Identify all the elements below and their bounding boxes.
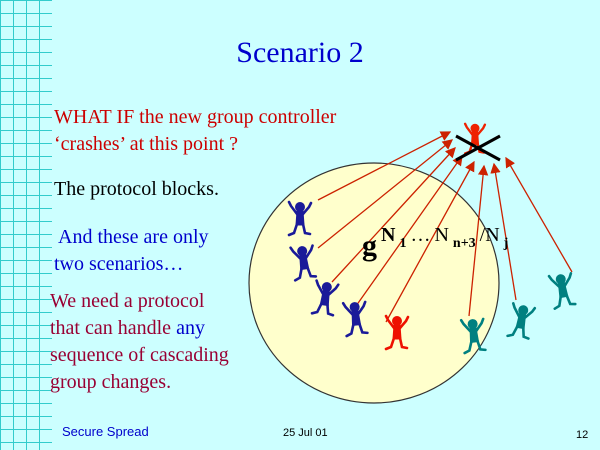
- formula-exp-mid: N: [434, 224, 448, 246]
- formula-sub1: 1: [399, 236, 406, 251]
- page-number: 12: [576, 429, 589, 441]
- group-circle: [248, 162, 500, 404]
- formula-dots: …: [410, 224, 430, 246]
- formula-sub2: n+3: [453, 236, 476, 251]
- formula-exp-start: N: [381, 224, 396, 246]
- formula-base: g: [362, 229, 377, 262]
- leaving-member-icon: [506, 302, 537, 341]
- leaving-member-icon: [547, 271, 578, 310]
- footer-label: Secure Spread: [62, 424, 149, 439]
- formula-exp-end: /N: [480, 224, 500, 246]
- footer-date: 25 Jul 01: [283, 427, 328, 439]
- crashed-controller-icon: [455, 122, 501, 162]
- formula-sub3: j: [503, 236, 509, 251]
- group-diagram: g N 1 … N n+3 /N j: [248, 122, 578, 404]
